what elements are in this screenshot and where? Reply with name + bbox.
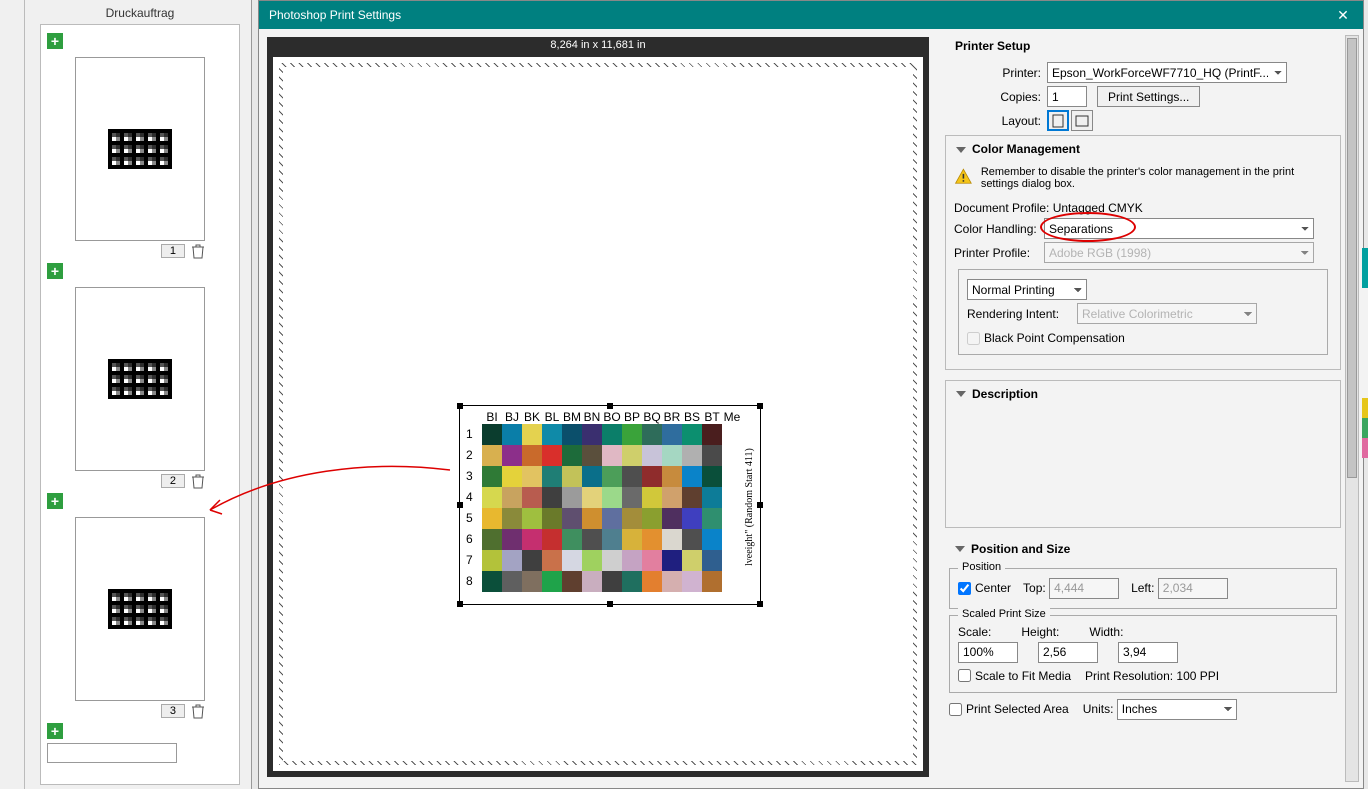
left-input: [1158, 578, 1228, 599]
trash-icon[interactable]: [191, 473, 205, 489]
bpc-checkbox: [967, 332, 980, 345]
printer-setup-heading: Printer Setup: [945, 35, 1341, 59]
warning-icon: [954, 166, 973, 188]
pos-size-heading: Position and Size: [971, 542, 1070, 556]
printer-profile-select: Adobe RGB (1998): [1044, 242, 1314, 263]
page-thumbnail[interactable]: [75, 517, 205, 701]
page-thumbnail[interactable]: [47, 743, 177, 763]
resize-handle[interactable]: [457, 601, 463, 607]
description-heading: Description: [972, 387, 1038, 401]
scaled-legend: Scaled Print Size: [958, 608, 1050, 620]
queue-title: Druckauftrag: [40, 0, 240, 24]
top-input: [1049, 578, 1119, 599]
center-checkbox[interactable]: [958, 582, 971, 595]
page-number: 1: [161, 244, 185, 258]
layout-landscape-icon[interactable]: [1071, 110, 1093, 131]
center-label: Center: [975, 581, 1011, 595]
chevron-down-icon[interactable]: [956, 147, 966, 153]
rendering-intent-select: Relative Colorimetric: [1077, 303, 1257, 324]
units-label: Units:: [1083, 702, 1114, 716]
add-page-button[interactable]: +: [47, 723, 63, 739]
chevron-down-icon[interactable]: [955, 546, 965, 552]
grid-side-label: lveeight" (Random Start 411): [744, 416, 758, 598]
add-page-button[interactable]: +: [47, 263, 63, 279]
selection-box[interactable]: BIBJBKBLBMBNBOBPBQBRBSBTMe lveeight" (Ra…: [459, 405, 761, 605]
resize-handle[interactable]: [607, 601, 613, 607]
color-edge-strip: [1362, 248, 1368, 458]
layout-label: Layout:: [969, 114, 1047, 128]
units-select[interactable]: Inches: [1117, 699, 1237, 720]
layout-portrait-icon[interactable]: [1047, 110, 1069, 131]
printer-select[interactable]: Epson_WorkForceWF7710_HQ (PrintF...: [1047, 62, 1287, 83]
left-label: Left:: [1131, 581, 1154, 595]
grid-row-labels: 12345678: [466, 424, 473, 592]
doc-profile-value: Untagged CMYK: [1053, 201, 1143, 215]
preview-dimensions: 8,264 in x 11,681 in: [267, 39, 929, 51]
resize-handle[interactable]: [607, 403, 613, 409]
color-swatch-grid: [482, 424, 722, 592]
color-handling-label: Color Handling:: [954, 222, 1044, 236]
color-handling-select[interactable]: Separations: [1044, 218, 1314, 239]
printer-profile-label: Printer Profile:: [954, 246, 1044, 260]
settings-scrollbar[interactable]: [1345, 35, 1359, 782]
add-page-button[interactable]: +: [47, 33, 63, 49]
resize-handle[interactable]: [457, 403, 463, 409]
width-input[interactable]: [1118, 642, 1178, 663]
rendering-intent-label: Rendering Intent:: [967, 307, 1077, 321]
dialog-titlebar: Photoshop Print Settings ✕: [259, 1, 1363, 29]
resize-handle[interactable]: [757, 403, 763, 409]
scale-label: Scale:: [958, 625, 991, 639]
trash-icon[interactable]: [191, 703, 205, 719]
queue-list: +1 +2 +3 +: [40, 24, 240, 785]
height-label: Height:: [1021, 625, 1059, 639]
page-thumbnail[interactable]: [75, 287, 205, 471]
page-number: 3: [161, 704, 185, 718]
print-selected-label: Print Selected Area: [966, 702, 1069, 716]
color-mgmt-heading: Color Management: [972, 142, 1080, 156]
resize-handle[interactable]: [457, 502, 463, 508]
print-selected-checkbox[interactable]: [949, 703, 962, 716]
top-label: Top:: [1023, 581, 1046, 595]
print-mode-select[interactable]: Normal Printing: [967, 279, 1087, 300]
print-settings-button[interactable]: Print Settings...: [1097, 86, 1200, 107]
scale-fit-label: Scale to Fit Media: [975, 669, 1071, 683]
bpc-label: Black Point Compensation: [984, 331, 1125, 345]
chevron-down-icon[interactable]: [956, 391, 966, 397]
height-input[interactable]: [1038, 642, 1098, 663]
printer-label: Printer:: [969, 66, 1047, 80]
grid-col-headers: BIBJBKBLBMBNBOBPBQBRBSBTMe: [482, 410, 742, 424]
page-thumbnail[interactable]: [75, 57, 205, 241]
resize-handle[interactable]: [757, 601, 763, 607]
copies-input[interactable]: [1047, 86, 1087, 107]
trash-icon[interactable]: [191, 243, 205, 259]
width-label: Width:: [1089, 625, 1123, 639]
doc-profile-label: Document Profile:: [954, 201, 1049, 215]
resolution-label: Print Resolution: 100 PPI: [1085, 669, 1219, 683]
print-preview: 8,264 in x 11,681 in BIBJBKBLBMBNBOBPBQB…: [267, 37, 929, 777]
copies-label: Copies:: [969, 90, 1047, 104]
page-number: 2: [161, 474, 185, 488]
position-legend: Position: [958, 561, 1005, 573]
close-icon[interactable]: ✕: [1333, 5, 1353, 25]
scale-fit-checkbox[interactable]: [958, 669, 971, 682]
scale-input[interactable]: [958, 642, 1018, 663]
add-page-button[interactable]: +: [47, 493, 63, 509]
color-mgmt-note: Remember to disable the printer's color …: [981, 166, 1332, 190]
dialog-title: Photoshop Print Settings: [269, 8, 1333, 22]
